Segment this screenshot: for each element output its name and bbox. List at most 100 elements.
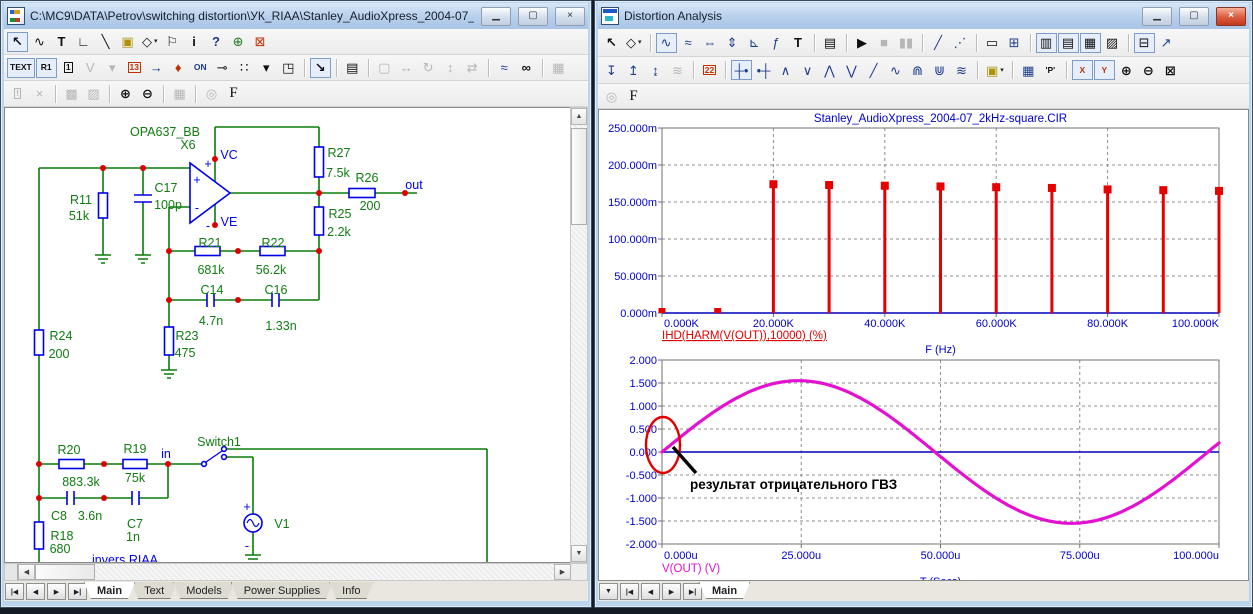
scroll-up-button[interactable]: ▲	[571, 108, 587, 125]
last-tab-button[interactable]: ▶|	[68, 583, 87, 600]
find-icon[interactable]: ∞	[516, 58, 537, 78]
resistor-R25[interactable]	[315, 207, 324, 235]
next-data-point-right-icon[interactable]: •┼	[753, 60, 774, 80]
zoom-in-icon[interactable]: ⊕	[1116, 60, 1137, 80]
grid-icon[interactable]: ⊞	[1004, 33, 1025, 53]
point-tag-icon[interactable]: ⊾	[744, 33, 765, 53]
trend-cursor-icon[interactable]: ↗	[1156, 33, 1177, 53]
tag-horizontal-icon[interactable]: ⇔	[700, 33, 721, 53]
grid-toggle[interactable]: ∷	[234, 58, 255, 78]
last-tab-button[interactable]: ▶|	[683, 583, 702, 600]
global-high-icon[interactable]: ⋒	[907, 60, 928, 80]
peak-icon[interactable]: ∧	[775, 60, 796, 80]
text-layer-toggle[interactable]: TEXT	[7, 58, 35, 78]
maximize-button[interactable]: ▢	[518, 7, 548, 26]
split-horizontal-icon[interactable]: ⊟	[1134, 33, 1155, 53]
inflection-icon[interactable]: ∿	[885, 60, 906, 80]
select-tool[interactable]: ↖	[7, 32, 28, 52]
low-icon[interactable]: ⋁	[841, 60, 862, 80]
pin-left-cursor-icon[interactable]: ↧	[601, 60, 622, 80]
line-mode-icon[interactable]: ╱	[928, 33, 949, 53]
close-button[interactable]: ×	[1216, 7, 1246, 26]
tag-vertical-icon[interactable]: ⇕	[722, 33, 743, 53]
resistor-R11[interactable]	[99, 193, 108, 218]
tab-models[interactable]: Models	[173, 582, 234, 599]
vertical-scrollbar[interactable]: ▲ ▼	[570, 107, 588, 563]
node-snap-toggle[interactable]: ⊸	[212, 58, 233, 78]
attribute-text-toggle[interactable]: R1	[36, 58, 57, 78]
formula-text-icon[interactable]: ƒ	[766, 33, 787, 53]
scroll-left-button[interactable]: ◀	[18, 564, 35, 580]
properties-icon[interactable]: ▤	[342, 58, 363, 78]
pin-both-cursors-icon[interactable]: ↨	[645, 60, 666, 80]
next-data-point-left-icon[interactable]: ┼•	[731, 60, 752, 80]
component-icon[interactable]: ▣	[117, 32, 138, 52]
data-points-mode-icon[interactable]: ⋰	[950, 33, 971, 53]
switch-throw-b[interactable]	[222, 455, 227, 460]
first-tab-button[interactable]: |◀	[5, 583, 24, 600]
shapes-tool[interactable]: ◇▾	[139, 32, 161, 52]
resistor-R27[interactable]	[315, 147, 324, 177]
valley-icon[interactable]: ∨	[797, 60, 818, 80]
formula-icon[interactable]: F	[623, 86, 644, 106]
ortho-wire-tool[interactable]: ∟	[73, 32, 94, 52]
zoom-region-icon[interactable]: ⊠	[1160, 60, 1181, 80]
run-icon[interactable]: ▶	[852, 33, 873, 53]
horizontal-scroll-thumb[interactable]	[35, 564, 95, 580]
split-window-icon[interactable]: ◳	[278, 58, 299, 78]
pattern-dots-icon[interactable]: ▨	[1102, 33, 1123, 53]
vertical-scroll-thumb[interactable]	[571, 128, 587, 225]
web-page-icon[interactable]: ⊕	[228, 32, 249, 52]
resistor-R18[interactable]	[35, 522, 44, 549]
tolerance-icon[interactable]: ▣▾	[983, 60, 1007, 80]
select-region-icon[interactable]: ▭	[982, 33, 1003, 53]
text-tool[interactable]: T	[788, 33, 809, 53]
tab-main[interactable]: Main	[699, 582, 750, 599]
capacitor-C17[interactable]	[134, 195, 152, 202]
resistor-R26[interactable]	[349, 189, 375, 198]
high-icon[interactable]: ⋀	[819, 60, 840, 80]
right-titlebar[interactable]: Distortion Analysis ▁ ▢ ×	[598, 3, 1249, 29]
tab-info[interactable]: Info	[329, 582, 373, 599]
tab-text[interactable]: Text	[131, 582, 177, 599]
pattern-grid-icon[interactable]: ▦	[1080, 33, 1101, 53]
cursor-mode-icon[interactable]: ∿	[656, 33, 677, 53]
diagonal-line-tool[interactable]: ╲	[95, 32, 116, 52]
prev-tab-button[interactable]: ◀	[641, 583, 660, 600]
resistor-R19[interactable]	[123, 460, 147, 469]
tab-list-dropdown-button[interactable]: ▼	[599, 583, 618, 600]
global-low-icon[interactable]: ⋓	[929, 60, 950, 80]
analysis-plots[interactable]: Stanley_AudioXpress_2004-07_2kHz-square.…	[599, 110, 1248, 581]
capacitor-C8[interactable]	[67, 491, 74, 505]
slope-icon[interactable]: ╱	[863, 60, 884, 80]
pane-splitter[interactable]	[5, 564, 18, 580]
info-tool[interactable]: i	[184, 32, 205, 52]
resistor-R24[interactable]	[35, 330, 44, 355]
help-mode-icon[interactable]: ?	[206, 32, 227, 52]
current-display-toggle[interactable]: →	[146, 58, 167, 78]
power-display-toggle[interactable]: ♦	[168, 58, 189, 78]
formula-icon[interactable]: F	[223, 84, 244, 104]
tab-power-supplies[interactable]: Power Supplies	[231, 582, 333, 599]
x-scale-icon[interactable]: X	[1072, 60, 1093, 80]
text-tool[interactable]: T	[51, 32, 72, 52]
zoom-out-icon[interactable]: ⊖	[137, 84, 158, 104]
error-report-icon[interactable]: ⊠	[250, 32, 271, 52]
capacitor-C7[interactable]	[132, 491, 139, 505]
find-part-icon[interactable]: ≈	[494, 58, 515, 78]
plot-panel[interactable]: Stanley_AudioXpress_2004-07_2kHz-square.…	[598, 109, 1249, 581]
numeric-output-icon[interactable]: ▦	[1018, 60, 1039, 80]
select-tool[interactable]: ↖	[601, 33, 622, 53]
go-to-branch-icon[interactable]: 22	[699, 60, 720, 80]
switch-pole[interactable]	[202, 462, 207, 467]
resistor-R23[interactable]	[165, 327, 174, 355]
schematic-canvas[interactable]: OPA637_BBX6VCVE+-+-R1151kC17100pR277.5kR…	[4, 107, 570, 563]
scroll-down-button[interactable]: ▼	[571, 545, 587, 562]
cursor-mode-icon[interactable]: ↘	[310, 58, 331, 78]
horizontal-scroll-track[interactable]	[95, 564, 554, 580]
close-button[interactable]: ×	[555, 7, 585, 26]
zoom-out-icon[interactable]: ⊖	[1138, 60, 1159, 80]
align-cursors-icon[interactable]: ≈	[678, 33, 699, 53]
minimize-button[interactable]: ▁	[1142, 7, 1172, 26]
minimize-button[interactable]: ▁	[481, 7, 511, 26]
